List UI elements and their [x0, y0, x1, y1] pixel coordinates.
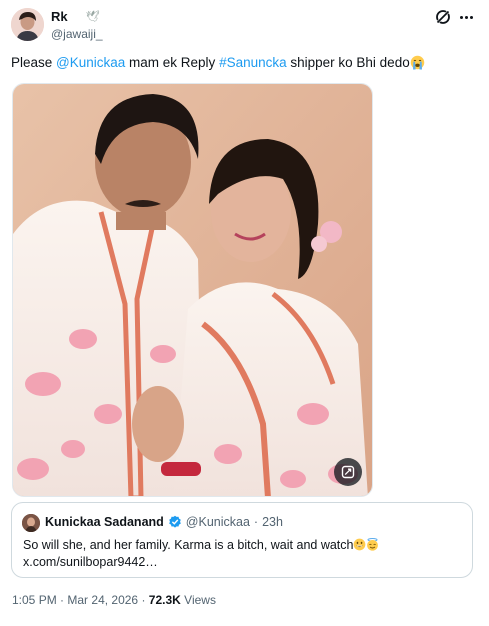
quoted-tweet[interactable]: Kunickaa Sadanand @Kunickaa · 23h So wil… [11, 502, 473, 578]
quote-author-handle[interactable]: @Kunickaa [186, 515, 250, 529]
tweet-time[interactable]: 1:05 PM [12, 593, 57, 607]
quote-author-avatar[interactable] [22, 514, 40, 532]
couple-photo-image [13, 84, 372, 496]
crying-face-icon [410, 55, 424, 70]
media-alt-text-button[interactable] [334, 458, 362, 486]
more-options-icon[interactable] [457, 9, 475, 25]
mention-link[interactable]: @Kunickaa [56, 55, 125, 70]
hashtag-link[interactable]: #Sanunckа [219, 55, 287, 70]
quote-text-line1: So will she, and her family. Karma is a … [23, 538, 354, 552]
quote-timestamp[interactable]: 23h [262, 515, 283, 529]
meta-separator: · [60, 593, 65, 607]
smiling-face-with-halo-icon [367, 538, 379, 551]
tweet-metadata: 1:05 PM · Mar 24, 2026 · 72.3K Views [12, 593, 216, 607]
views-label: Views [184, 593, 216, 607]
alt-text-icon [341, 465, 355, 479]
author-avatar-image [11, 8, 44, 41]
quote-separator: · [253, 515, 259, 529]
tweet-text-part: mam ek Reply [125, 55, 220, 70]
grinning-face-icon [354, 538, 366, 551]
tweet-text-part: Please [11, 55, 57, 70]
quote-link[interactable]: x.com/sunilbopar9442… [23, 555, 158, 569]
author-display-name[interactable]: Rk [51, 9, 68, 24]
author-avatar[interactable] [11, 8, 44, 41]
views-count[interactable]: 72.3K [149, 593, 181, 607]
meta-separator: · [141, 593, 146, 607]
tweet-text-part: shipper ko Bhi dedo [286, 55, 410, 70]
tweet: Rk 🕊 @jawaiji_ Please @Kunickaa mam ek R… [0, 0, 489, 626]
quote-author-name[interactable]: Kunickaa Sadanand [45, 515, 164, 529]
verified-badge-icon [169, 515, 181, 528]
tweet-photo[interactable] [12, 83, 373, 497]
tweet-text: Please @Kunickaa mam ek Reply #Sanunckа … [11, 54, 481, 72]
tweet-date[interactable]: Mar 24, 2026 [67, 593, 138, 607]
grok-icon[interactable] [434, 8, 452, 26]
author-handle[interactable]: @jawaiji_ [51, 27, 103, 41]
dove-emoji: 🕊 [85, 11, 100, 23]
quote-text: So will she, and her family. Karma is a … [23, 537, 463, 571]
